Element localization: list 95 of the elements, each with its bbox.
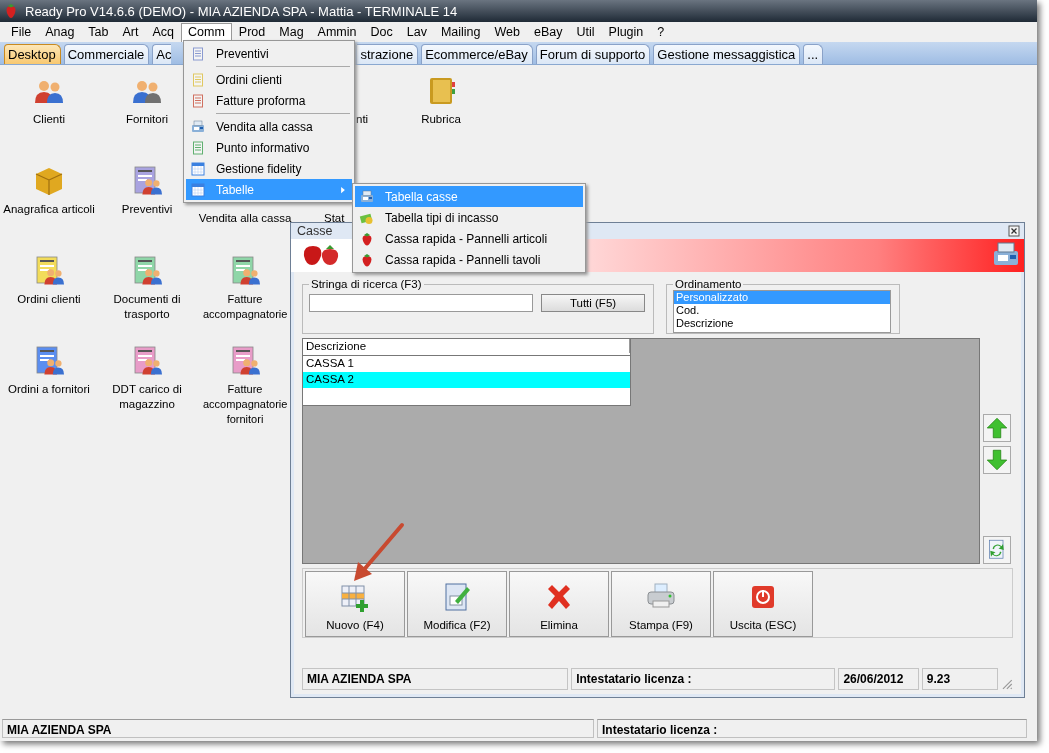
desktop-icon-label[interactable]: Stat — [324, 211, 345, 226]
menu-item[interactable]: Ordini clienti — [186, 69, 352, 90]
refresh-button[interactable] — [983, 536, 1011, 564]
desktop-icon-label[interactable]: Documenti di trasporto — [99, 292, 195, 322]
group-label: Stringa di ricerca (F3) — [310, 278, 423, 290]
tab[interactable]: Desktop — [4, 44, 61, 64]
menu-item[interactable]: Anag — [38, 23, 82, 41]
cash-register-icon — [359, 188, 375, 205]
menu-item[interactable]: Lav — [399, 23, 434, 41]
menu-item[interactable]: Acq — [145, 23, 182, 41]
tab[interactable]: strazione — [357, 44, 419, 64]
status-panel: 9.23 — [921, 668, 999, 690]
status-panel: Intestatario licenza : — [597, 719, 1027, 738]
menu-item[interactable]: File — [4, 23, 39, 41]
desktop-icon-label[interactable]: Ordini a fornitori — [8, 382, 90, 397]
tab[interactable]: ... — [803, 44, 824, 64]
menu-item[interactable]: Tab — [81, 23, 116, 41]
status-panel: MIA AZIENDA SPA — [2, 719, 594, 738]
document-people-icon[interactable] — [131, 345, 163, 377]
menu-item[interactable]: Mag — [272, 23, 311, 41]
tab[interactable]: Forum di supporto — [535, 44, 651, 64]
menu-item[interactable]: Fatture proforma — [186, 90, 352, 111]
document-icon — [190, 45, 206, 62]
move-up-button[interactable] — [983, 414, 1011, 442]
menu-item[interactable]: Web — [487, 23, 527, 41]
desktop-icon-label[interactable]: Fatture accompagnatorie fornitori — [203, 382, 287, 427]
table-row[interactable]: CASSA 1 — [303, 356, 630, 372]
toolbar-button[interactable]: Uscita (ESC) — [713, 571, 813, 637]
toolbar-button[interactable]: Elimina — [509, 571, 609, 637]
strawberries-icon — [301, 243, 341, 268]
window-title: Casse — [297, 223, 333, 238]
menu-item[interactable]: Comm — [181, 22, 232, 42]
search-field[interactable] — [309, 294, 533, 312]
toolbar-button[interactable]: Stampa (F9) — [611, 571, 711, 637]
tab[interactable]: Ac — [152, 44, 172, 64]
desktop-icon-label[interactable]: Fatture accompagnatorie — [203, 292, 287, 322]
menu-item[interactable]: eBay — [527, 23, 570, 41]
arrow-down-icon — [985, 448, 1009, 472]
desktop-icon-label[interactable]: Preventivi — [121, 202, 173, 217]
menu-item[interactable]: Prod — [231, 23, 273, 41]
list-item[interactable]: Cod. — [674, 304, 890, 317]
desktop-icon-label[interactable]: Vendita alla cassa — [198, 211, 292, 226]
desktop-icon-label[interactable]: Fornitori — [125, 112, 169, 127]
menu-item[interactable]: Gestione fidelity — [186, 158, 352, 179]
menu-item[interactable]: Punto informativo — [186, 137, 352, 158]
menu-item[interactable]: Mailing — [433, 23, 488, 41]
menu-item[interactable]: Tabella tipi di incasso — [355, 207, 583, 228]
tab[interactable]: Commerciale — [63, 44, 150, 64]
desktop-icon-label[interactable]: nti — [356, 112, 369, 127]
menu-item[interactable]: Cassa rapida - Pannelli tavoli — [355, 249, 583, 270]
desktop-icon-label[interactable]: DDT carico di magazzino — [99, 382, 195, 412]
tab[interactable]: Ecommerce/eBay — [421, 44, 533, 64]
menu-item[interactable]: Vendita alla cassa — [186, 116, 352, 137]
cash-register-icon — [190, 118, 206, 135]
menu-item[interactable]: Art — [115, 23, 146, 41]
move-down-button[interactable] — [983, 446, 1011, 474]
column-header[interactable]: Descrizione — [303, 339, 630, 353]
menu-item[interactable]: Cassa rapida - Pannelli articoli — [355, 228, 583, 249]
list-item[interactable]: Descrizione — [674, 317, 890, 330]
table-row[interactable]: CASSA 2 — [303, 372, 630, 388]
status-panel: MIA AZIENDA SPA — [302, 668, 569, 690]
desktop-icon-label[interactable]: Clienti — [33, 112, 65, 127]
menu-item[interactable]: Util — [569, 23, 602, 41]
document-people-icon[interactable] — [229, 255, 261, 287]
document-people-icon[interactable] — [131, 255, 163, 287]
tab[interactable]: Gestione messaggistica — [653, 44, 801, 64]
close-icon[interactable] — [1008, 224, 1020, 237]
document-icon — [190, 139, 206, 156]
arrow-up-icon — [985, 416, 1009, 440]
desktop-icon-label[interactable]: Anagrafica articoli — [3, 202, 95, 217]
document-people-icon[interactable] — [131, 165, 163, 197]
document-people-icon[interactable] — [33, 345, 65, 377]
group-label: Ordinamento — [674, 278, 743, 290]
toolbar-button[interactable]: Modifica (F2) — [407, 571, 507, 637]
window-title: Ready Pro V14.6.6 (DEMO) - MIA AZIENDA SPA - Mattia - TERMINALE 14 — [25, 3, 458, 19]
document-icon — [190, 71, 206, 88]
calendar-icon — [190, 160, 206, 177]
box-icon[interactable] — [33, 165, 65, 197]
calendar-icon — [190, 181, 206, 198]
desktop-icon-label[interactable]: Rubrica — [421, 112, 461, 127]
status-panel: 26/06/2012 — [838, 668, 919, 690]
menu-item[interactable]: Preventivi — [186, 43, 352, 64]
menu-item[interactable]: ? — [650, 23, 672, 41]
document-people-icon[interactable] — [33, 255, 65, 287]
menu-item[interactable]: Ammin — [310, 23, 364, 41]
annotation-arrow — [354, 523, 404, 581]
document-icon — [190, 92, 206, 109]
resize-grip-icon[interactable] — [1001, 678, 1013, 690]
desktop-icon-label[interactable]: Ordini clienti — [17, 292, 81, 307]
show-all-button[interactable]: Tutti (F5) — [541, 294, 645, 312]
menu-item[interactable]: Plugin — [601, 23, 651, 41]
menu-item[interactable]: Doc — [363, 23, 400, 41]
toolbar-button[interactable]: Nuovo (F4) — [305, 571, 405, 637]
document-people-icon[interactable] — [229, 345, 261, 377]
status-panel: Intestatario licenza : — [571, 668, 836, 690]
